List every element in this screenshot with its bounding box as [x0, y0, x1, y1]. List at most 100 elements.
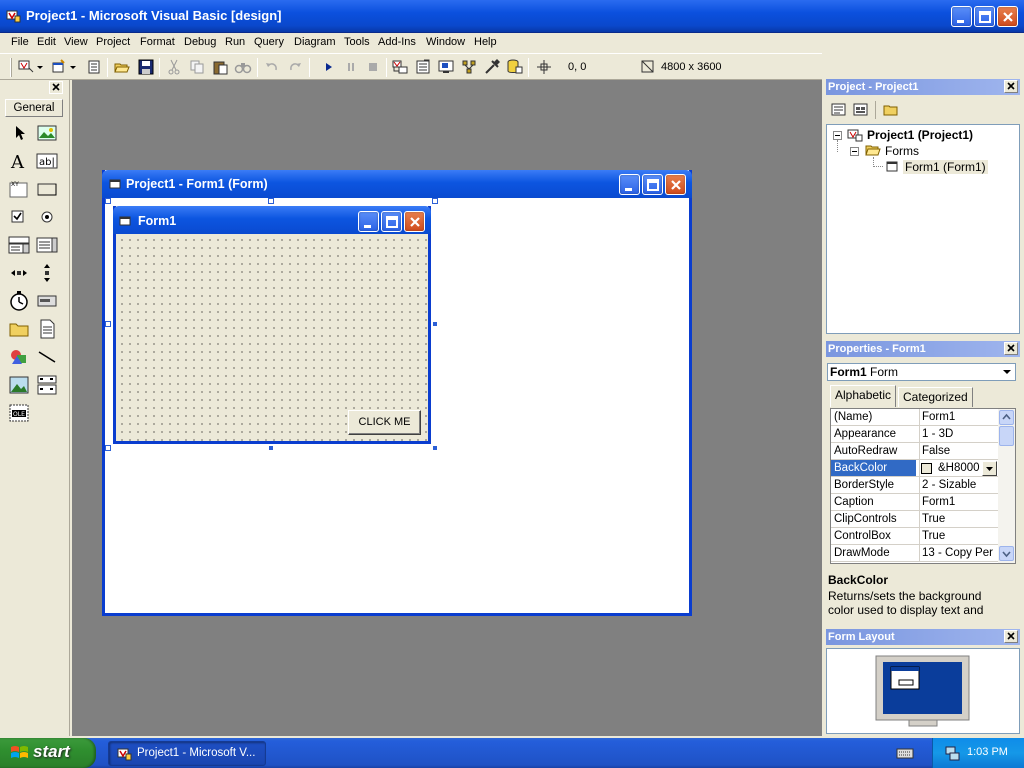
view-object-icon[interactable] — [852, 101, 870, 119]
designer-close-button[interactable] — [665, 174, 686, 195]
resize-handle[interactable] — [432, 445, 438, 451]
backcolor-dropdown-button[interactable] — [982, 461, 997, 476]
shape-tool-icon[interactable] — [8, 346, 30, 368]
vscrollbar-tool-icon[interactable] — [36, 262, 58, 284]
property-row[interactable]: ControlBox True — [831, 528, 998, 545]
filelistbox-tool-icon[interactable] — [36, 318, 58, 340]
tab-categorized[interactable]: Categorized — [898, 387, 973, 407]
collapse-icon[interactable] — [833, 131, 842, 140]
menu-run[interactable]: Run — [225, 36, 245, 48]
form-layout-close-button[interactable] — [1004, 630, 1018, 643]
listbox-tool-icon[interactable] — [36, 234, 58, 256]
menu-file[interactable]: File — [11, 36, 29, 48]
property-row[interactable]: AutoRedraw False — [831, 443, 998, 460]
menu-project[interactable]: Project — [96, 36, 130, 48]
view-code-icon[interactable] — [830, 101, 848, 119]
click-me-command-button[interactable]: CLICK ME — [348, 410, 421, 435]
form1-title-bar[interactable]: Form1 — [113, 206, 431, 234]
redo-icon[interactable] — [286, 58, 304, 76]
optionbutton-tool-icon[interactable] — [36, 206, 58, 228]
save-project-icon[interactable] — [137, 58, 155, 76]
tree-form1-node[interactable]: Form1 (Form1) — [903, 160, 988, 174]
data-view-icon[interactable] — [505, 58, 523, 76]
project-pane-close-button[interactable] — [1004, 80, 1018, 93]
menu-window[interactable]: Window — [426, 36, 465, 48]
line-tool-icon[interactable] — [36, 346, 58, 368]
menu-debug[interactable]: Debug — [184, 36, 216, 48]
add-form-icon[interactable] — [50, 58, 68, 76]
form-layout-pane-title[interactable]: Form Layout — [826, 629, 1020, 645]
textbox-tool-icon[interactable]: ab| — [36, 150, 58, 172]
timer-tool-icon[interactable] — [8, 290, 30, 312]
add-project-icon[interactable] — [17, 58, 35, 76]
toolbox-general-tab[interactable]: General — [5, 99, 63, 117]
property-row[interactable]: Caption Form1 — [831, 494, 998, 511]
combobox-tool-icon[interactable] — [8, 234, 30, 256]
form1-close-button[interactable] — [404, 211, 425, 232]
property-grid-scrollbar[interactable] — [998, 409, 1015, 563]
close-button[interactable] — [997, 6, 1018, 27]
properties-pane-close-button[interactable] — [1004, 342, 1018, 355]
scroll-up-button[interactable] — [999, 410, 1014, 425]
keyboard-icon[interactable] — [896, 746, 914, 760]
dropdown-arrow-icon[interactable] — [68, 58, 78, 76]
find-icon[interactable] — [234, 58, 252, 76]
menu-add-ins[interactable]: Add-Ins — [378, 36, 416, 48]
ole-tool-icon[interactable]: OLE — [8, 402, 30, 424]
frame-tool-icon[interactable]: XY — [8, 178, 30, 200]
property-row[interactable]: BorderStyle 2 - Sizable — [831, 477, 998, 494]
tree-project-node[interactable]: Project1 (Project1) — [867, 128, 973, 142]
form-designer-title-bar[interactable]: Project1 - Form1 (Form) — [102, 170, 692, 198]
maximize-button[interactable] — [974, 6, 995, 27]
toolbox-icon[interactable] — [483, 58, 501, 76]
picturebox-tool-icon[interactable] — [36, 122, 58, 144]
image-tool-icon[interactable] — [8, 374, 30, 396]
tab-alphabetic[interactable]: Alphabetic — [830, 385, 897, 407]
checkbox-tool-icon[interactable] — [8, 206, 30, 228]
menu-editor-icon[interactable] — [85, 58, 103, 76]
pointer-tool-icon[interactable] — [8, 122, 30, 144]
taskbar-vb-button[interactable]: Project1 - Microsoft V... — [108, 741, 266, 766]
cut-icon[interactable] — [165, 58, 183, 76]
end-icon[interactable] — [364, 58, 382, 76]
property-row[interactable]: (Name) Form1 — [831, 409, 998, 426]
menu-diagram[interactable]: Diagram — [294, 36, 336, 48]
copy-icon[interactable] — [188, 58, 206, 76]
menu-edit[interactable]: Edit — [37, 36, 56, 48]
open-project-icon[interactable] — [113, 58, 131, 76]
object-selector[interactable]: Form1 Form — [827, 363, 1016, 381]
form-layout-icon[interactable] — [437, 58, 455, 76]
menu-help[interactable]: Help — [474, 36, 497, 48]
menu-format[interactable]: Format — [140, 36, 175, 48]
minimize-button[interactable] — [951, 6, 972, 27]
resize-handle[interactable] — [268, 445, 274, 451]
designer-maximize-button[interactable] — [642, 174, 663, 195]
drivelistbox-tool-icon[interactable] — [36, 290, 58, 312]
form1-minimize-button[interactable] — [358, 211, 379, 232]
network-icon[interactable] — [944, 745, 960, 761]
scroll-thumb[interactable] — [999, 426, 1014, 446]
property-row[interactable]: Appearance 1 - 3D — [831, 426, 998, 443]
break-icon[interactable] — [342, 58, 360, 76]
data-tool-icon[interactable] — [36, 374, 58, 396]
label-tool-icon[interactable]: A — [8, 150, 30, 172]
app-title-bar[interactable]: Project1 - Microsoft Visual Basic [desig… — [0, 0, 1024, 33]
project-pane-title[interactable]: Project - Project1 — [826, 79, 1020, 95]
start-icon[interactable] — [320, 58, 338, 76]
project-explorer-icon[interactable] — [391, 58, 409, 76]
dropdown-arrow-icon[interactable] — [35, 58, 45, 76]
start-button[interactable]: start — [0, 738, 96, 768]
menu-tools[interactable]: Tools — [344, 36, 370, 48]
dirlistbox-tool-icon[interactable] — [8, 318, 30, 340]
menu-view[interactable]: View — [64, 36, 88, 48]
toolbox-close-button[interactable] — [49, 81, 63, 94]
paste-icon[interactable] — [211, 58, 229, 76]
commandbutton-tool-icon[interactable] — [36, 178, 58, 200]
properties-pane-title[interactable]: Properties - Form1 — [826, 341, 1020, 357]
scroll-down-button[interactable] — [999, 546, 1014, 561]
toggle-folders-icon[interactable] — [882, 101, 900, 119]
property-row-selected[interactable]: BackColor &H8000 — [831, 460, 998, 477]
property-row[interactable]: ClipControls True — [831, 511, 998, 528]
resize-handle[interactable] — [432, 321, 438, 327]
undo-icon[interactable] — [263, 58, 281, 76]
